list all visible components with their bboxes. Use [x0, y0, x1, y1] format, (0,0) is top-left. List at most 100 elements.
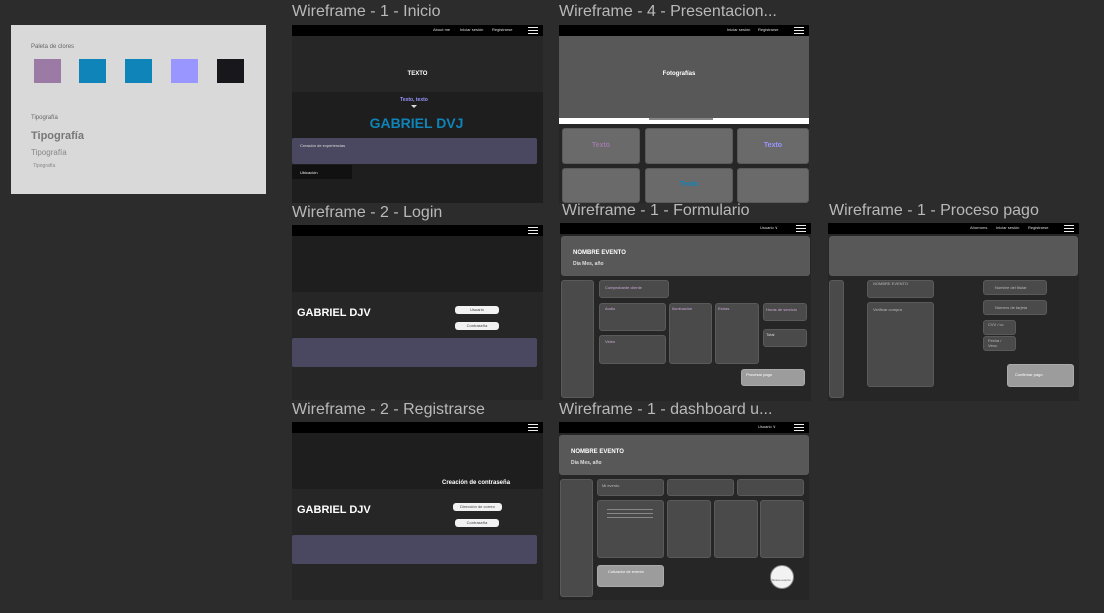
card-iluminacion-label: Iluminación — [672, 306, 693, 311]
hero-section — [292, 36, 543, 92]
hero-text: TEXTO — [407, 71, 428, 77]
frame-dashboard[interactable]: Usuario ∨ NOMBRE EVENTO Dia Mes, año Mi … — [559, 422, 809, 600]
hamburger-icon[interactable] — [794, 27, 804, 34]
top-nav: Usuario ∨ — [560, 223, 811, 234]
color-swatch-1 — [34, 59, 61, 83]
frame-title-proceso[interactable]: Wireframe - 1 - Proceso pago — [829, 202, 1039, 220]
tab-mi-evento-label: Mi evento — [602, 483, 620, 488]
palette-title: Paleta de clores — [31, 44, 75, 50]
hero-subtitle: Texto, texto — [400, 97, 428, 103]
event-date: Dia Mes, año — [573, 261, 604, 267]
card-audio-label: Audio — [605, 306, 616, 311]
photo-label: Fotografías — [662, 71, 696, 77]
card-total-label: Total — [766, 332, 775, 337]
register-bar — [292, 535, 537, 564]
event-date: Dia Mes, año — [571, 460, 602, 466]
card-number-label: Número de tarjeta — [995, 305, 1028, 310]
tile-6[interactable] — [737, 168, 809, 203]
event-name-field-label: NOMBRE EVENTO — [873, 281, 909, 286]
hamburger-icon[interactable] — [1064, 225, 1074, 232]
frame-title-registrarse[interactable]: Wireframe - 2 - Registrarse — [292, 401, 485, 419]
card-extras-label: Extras — [718, 306, 730, 311]
sidebar — [560, 479, 593, 597]
card-extras[interactable] — [715, 303, 759, 364]
color-swatch-2 — [79, 59, 106, 83]
tile-5-text: Texto — [679, 181, 699, 188]
nav-ahorro[interactable]: Ahorroms — [970, 225, 987, 230]
frame-title-dashboard[interactable]: Wireframe - 1 - dashboard u... — [559, 401, 809, 419]
event-header — [561, 236, 810, 276]
nav-login[interactable]: Iniciar sesión — [996, 225, 1019, 230]
hamburger-icon[interactable] — [794, 424, 804, 431]
hamburger-icon[interactable] — [528, 227, 538, 234]
frame-login[interactable]: GABRIEL DJV Usuario Contraseña — [292, 225, 543, 400]
password-input[interactable]: Contraseña — [455, 322, 499, 330]
frame-title-presentacion[interactable]: Wireframe - 4 - Presentacion... — [559, 3, 809, 21]
frame-formulario[interactable]: Usuario ∨ NOMBRE EVENTO Dia Mes, año Com… — [560, 223, 811, 401]
user-menu[interactable]: Usuario ∨ — [758, 424, 776, 429]
color-swatch-3 — [125, 59, 152, 83]
tile-2[interactable] — [645, 128, 733, 164]
nav-register[interactable]: Registrarse — [758, 27, 778, 32]
content-card-3[interactable] — [714, 500, 758, 558]
frame-proceso-pago[interactable]: Ahorroms Iniciar sesión Registrarse NOMB… — [828, 223, 1079, 401]
frame-presentacion[interactable]: Iniciar sesión Registrarse Fotografías T… — [559, 25, 809, 203]
new-password-input[interactable]: Contraseña — [455, 519, 499, 527]
register-heading: Creación de contraseña — [442, 480, 511, 486]
content-card-2[interactable] — [667, 500, 711, 558]
user-menu[interactable]: Usuario ∨ — [760, 225, 778, 230]
frame-title-login[interactable]: Wireframe - 2 - Login — [292, 204, 442, 222]
frame-inicio[interactable]: About me Iniciar sesión Registrarse TEXT… — [292, 25, 543, 203]
card-horas[interactable] — [763, 303, 807, 321]
frame-title-inicio[interactable]: Wireframe - 1 - Inicio — [292, 3, 440, 21]
new-event-fab[interactable] — [770, 565, 794, 589]
color-swatch-5 — [217, 59, 244, 83]
hamburger-icon[interactable] — [528, 424, 538, 431]
card-comprobante-label: Comprobante cliente — [605, 285, 642, 290]
top-nav: About me Iniciar sesión Registrarse — [292, 25, 543, 36]
location-label: Ubicación — [300, 170, 318, 175]
hamburger-icon[interactable] — [796, 225, 806, 232]
frame-title-formulario[interactable]: Wireframe - 1 - Formulario — [562, 202, 750, 220]
chevron-down-icon — [411, 105, 417, 108]
tile-1-text: Texto — [591, 142, 611, 149]
typography-sample-medium: Tipografía — [31, 148, 67, 157]
card-iluminacion[interactable] — [669, 303, 712, 364]
color-swatch-4 — [171, 59, 198, 83]
experience-bar — [292, 138, 537, 164]
card-holder-label: Nombre del titular — [995, 285, 1027, 290]
card-horas-label: Horas de servicio — [766, 307, 797, 312]
event-name: NOMBRE EVENTO — [573, 250, 626, 256]
username-input[interactable]: Usuario — [455, 306, 499, 314]
content-card-4[interactable] — [760, 500, 804, 558]
event-header — [559, 435, 809, 475]
tab-2[interactable] — [667, 479, 734, 496]
nav-about[interactable]: About me — [433, 27, 450, 32]
hamburger-icon[interactable] — [528, 27, 538, 34]
expiry-label: Fecha / Venc. — [988, 338, 1002, 348]
carousel-indicator[interactable] — [649, 118, 713, 120]
event-name: NOMBRE EVENTO — [571, 449, 624, 455]
verify-purchase-label: Verificar compra — [873, 307, 902, 312]
verify-purchase-box[interactable] — [867, 302, 934, 387]
nav-register[interactable]: Registrarse — [1028, 225, 1048, 230]
sidebar — [829, 280, 844, 398]
typography-title: Tipografía — [31, 115, 58, 121]
nav-login[interactable]: Iniciar sesión — [727, 27, 750, 32]
experience-label: Creación de experiencias — [300, 143, 346, 148]
nav-login[interactable]: Iniciar sesión — [460, 27, 483, 32]
login-bar — [292, 338, 537, 367]
tile-4[interactable] — [562, 168, 640, 203]
top-nav: Iniciar sesión Registrarse — [559, 25, 809, 36]
frame-registrarse[interactable]: Creación de contraseña GABRIEL DJV Direc… — [292, 422, 543, 600]
cvv-label: CVV / cc — [988, 322, 1004, 327]
tab-3[interactable] — [737, 479, 804, 496]
quote-event-label: Cotizador de evento — [608, 569, 644, 574]
brand-title: GABRIEL DVJ — [369, 115, 464, 131]
email-input[interactable]: Dirección de correo — [453, 503, 502, 511]
login-brand: GABRIEL DJV — [297, 307, 371, 319]
nav-register[interactable]: Registrarse — [492, 27, 512, 32]
top-nav: Usuario ∨ — [559, 422, 809, 433]
confirm-payment-label: Confirmar pago — [1015, 372, 1043, 377]
text-lines — [607, 509, 653, 518]
